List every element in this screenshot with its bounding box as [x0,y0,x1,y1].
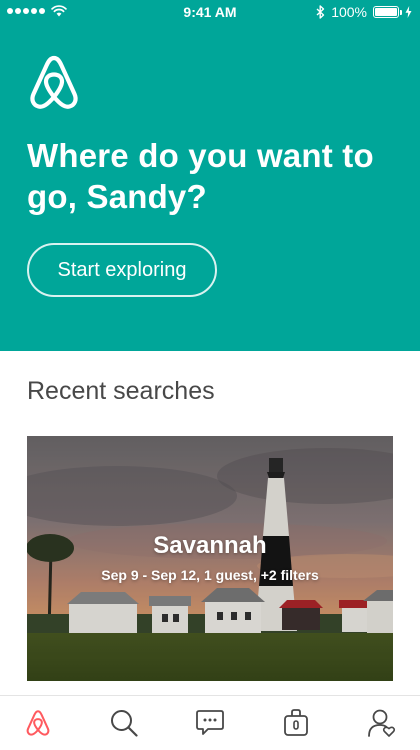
status-bar: 9:41 AM 100% [0,0,420,24]
app-screen: 9:41 AM 100% Where do you want to go, Sa… [0,0,420,750]
recent-search-details: Sep 9 - Sep 12, 1 guest, +2 filters [101,567,319,583]
recent-searches-title: Recent searches [27,377,215,405]
battery-percent: 100% [331,4,367,20]
profile-icon [368,709,396,737]
tab-bar [0,695,420,750]
airbnb-belo-icon [30,55,78,109]
tab-explore[interactable] [12,696,64,750]
tab-search[interactable] [98,696,150,750]
charging-icon [405,6,412,18]
recent-search-city: Savannah [153,532,267,559]
hero-banner: 9:41 AM 100% Where do you want to go, Sa… [0,0,420,351]
hero-title: Where do you want to go, Sandy? [27,137,374,215]
bluetooth-icon [316,5,325,19]
battery-icon [373,6,402,18]
tab-messages[interactable] [184,696,236,750]
search-icon [111,710,138,737]
tab-profile[interactable] [356,696,408,750]
status-right: 100% [316,4,412,20]
tab-trips[interactable] [270,696,322,750]
messages-icon [196,710,224,735]
airbnb-logo-icon [26,710,50,736]
start-exploring-button[interactable]: Start exploring [27,243,217,297]
trips-icon [284,709,308,736]
